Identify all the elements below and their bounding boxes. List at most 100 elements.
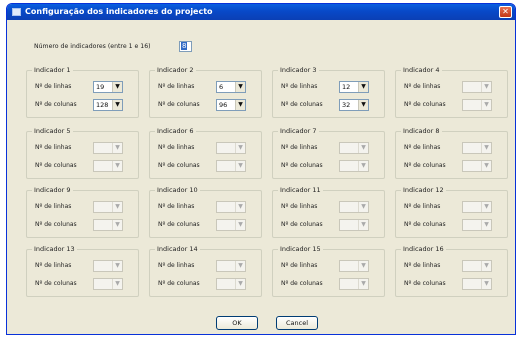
indicator-group-2: Indicador 2 Nº de linhas Nº de colunas 6 ▼ 96…: [149, 66, 262, 118]
chevron-down-icon: ▼: [481, 82, 491, 92]
indicator-title: Indicador 4: [401, 66, 442, 74]
chevron-down-icon: ▼: [358, 279, 368, 289]
cols-select: ▼: [339, 219, 369, 231]
cols-label: Nº de colunas: [35, 280, 77, 287]
cols-label: Nº de colunas: [158, 221, 200, 228]
rows-value: 19: [96, 83, 105, 91]
cols-label: Nº de colunas: [281, 162, 323, 169]
cols-value: 128: [96, 101, 109, 109]
chevron-down-icon: ▼: [358, 261, 368, 271]
indicator-count-value: 8: [181, 42, 188, 50]
indicator-title: Indicador 6: [155, 127, 196, 135]
rows-label: Nº de linhas: [35, 144, 72, 151]
close-button[interactable]: ✕: [499, 6, 512, 18]
cols-select[interactable]: 128 ▼: [93, 99, 123, 111]
chevron-down-icon: ▼: [235, 161, 245, 171]
rows-label: Nº de linhas: [158, 83, 195, 90]
indicator-title: Indicador 11: [278, 186, 323, 194]
cols-select: ▼: [462, 278, 492, 290]
indicator-group-1: Indicador 1 Nº de linhas Nº de colunas 19 ▼ 1…: [26, 66, 139, 118]
chevron-down-icon[interactable]: ▼: [235, 82, 245, 92]
title-bar[interactable]: Configuração dos indicadores do projecto…: [7, 4, 515, 20]
chevron-down-icon[interactable]: ▼: [112, 82, 122, 92]
rows-select: ▼: [462, 142, 492, 154]
rows-label: Nº de linhas: [404, 203, 441, 210]
indicator-title: Indicador 15: [278, 245, 323, 253]
rows-select: ▼: [462, 260, 492, 272]
cols-label: Nº de colunas: [35, 101, 77, 108]
chevron-down-icon: ▼: [481, 143, 491, 153]
cols-select: ▼: [216, 278, 246, 290]
indicator-group-10: Indicador 10 Nº de linhas Nº de colunas ▼ ▼: [149, 186, 262, 238]
rows-label: Nº de linhas: [281, 262, 318, 269]
indicator-title: Indicador 13: [32, 245, 77, 253]
indicator-title: Indicador 3: [278, 66, 319, 74]
cols-select: ▼: [93, 219, 123, 231]
chevron-down-icon: ▼: [481, 100, 491, 110]
cols-select[interactable]: 96 ▼: [216, 99, 246, 111]
rows-value: 12: [342, 83, 351, 91]
chevron-down-icon: ▼: [235, 202, 245, 212]
chevron-down-icon: ▼: [358, 202, 368, 212]
chevron-down-icon: ▼: [112, 202, 122, 212]
indicator-title: Indicador 9: [32, 186, 73, 194]
indicator-group-14: Indicador 14 Nº de linhas Nº de colunas ▼ ▼: [149, 245, 262, 297]
cols-select: ▼: [216, 219, 246, 231]
cols-label: Nº de colunas: [404, 280, 446, 287]
ok-button[interactable]: OK: [216, 316, 258, 330]
rows-label: Nº de linhas: [35, 262, 72, 269]
chevron-down-icon: ▼: [481, 220, 491, 230]
rows-select[interactable]: 12 ▼: [339, 81, 369, 93]
rows-select: ▼: [93, 142, 123, 154]
rows-label: Nº de linhas: [404, 262, 441, 269]
rows-select: ▼: [93, 201, 123, 213]
rows-select: ▼: [216, 260, 246, 272]
cols-select: ▼: [93, 278, 123, 290]
chevron-down-icon: ▼: [481, 261, 491, 271]
window-icon: [12, 8, 21, 16]
indicator-group-15: Indicador 15 Nº de linhas Nº de colunas ▼ ▼: [272, 245, 385, 297]
chevron-down-icon: ▼: [112, 261, 122, 271]
cols-label: Nº de colunas: [281, 101, 323, 108]
rows-select[interactable]: 6 ▼: [216, 81, 246, 93]
indicator-title: Indicador 2: [155, 66, 196, 74]
chevron-down-icon[interactable]: ▼: [358, 82, 368, 92]
cols-select: ▼: [462, 99, 492, 111]
indicator-group-8: Indicador 8 Nº de linhas Nº de colunas ▼ ▼: [395, 127, 508, 179]
indicator-group-4: Indicador 4 Nº de linhas Nº de colunas ▼ ▼: [395, 66, 508, 118]
indicator-count-input[interactable]: 8: [179, 41, 192, 52]
cols-select: ▼: [216, 160, 246, 172]
rows-select: ▼: [216, 142, 246, 154]
indicator-title: Indicador 5: [32, 127, 73, 135]
rows-select: ▼: [462, 81, 492, 93]
chevron-down-icon: ▼: [358, 161, 368, 171]
cols-select: ▼: [93, 160, 123, 172]
chevron-down-icon: ▼: [235, 261, 245, 271]
rows-select: ▼: [339, 201, 369, 213]
cols-select: ▼: [462, 219, 492, 231]
rows-label: Nº de linhas: [281, 203, 318, 210]
rows-label: Nº de linhas: [35, 83, 72, 90]
chevron-down-icon[interactable]: ▼: [235, 100, 245, 110]
rows-select: ▼: [339, 260, 369, 272]
rows-select[interactable]: 19 ▼: [93, 81, 123, 93]
cols-label: Nº de colunas: [35, 221, 77, 228]
rows-label: Nº de linhas: [35, 203, 72, 210]
cols-select[interactable]: 32 ▼: [339, 99, 369, 111]
chevron-down-icon: ▼: [112, 279, 122, 289]
indicator-title: Indicador 16: [401, 245, 446, 253]
indicator-title: Indicador 12: [401, 186, 446, 194]
chevron-down-icon: ▼: [358, 220, 368, 230]
chevron-down-icon[interactable]: ▼: [358, 100, 368, 110]
chevron-down-icon: ▼: [112, 161, 122, 171]
cols-select: ▼: [339, 160, 369, 172]
cols-label: Nº de colunas: [35, 162, 77, 169]
indicator-group-9: Indicador 9 Nº de linhas Nº de colunas ▼ ▼: [26, 186, 139, 238]
chevron-down-icon[interactable]: ▼: [112, 100, 122, 110]
cancel-button[interactable]: Cancel: [276, 316, 318, 330]
rows-label: Nº de linhas: [404, 144, 441, 151]
rows-select: ▼: [216, 201, 246, 213]
indicator-group-11: Indicador 11 Nº de linhas Nº de colunas ▼ ▼: [272, 186, 385, 238]
indicator-group-3: Indicador 3 Nº de linhas Nº de colunas 12 ▼ 3…: [272, 66, 385, 118]
cols-value: 32: [342, 101, 351, 109]
